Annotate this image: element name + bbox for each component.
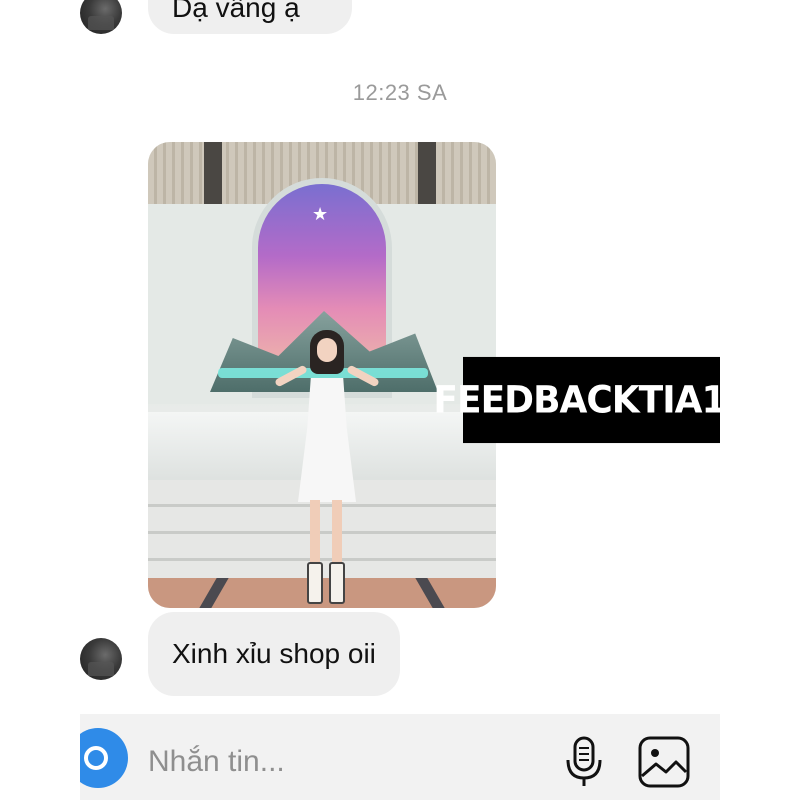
photo-person-leg <box>332 500 342 570</box>
chat-window: Dạ vâng ạ 12:23 SA ★ FEEDBACKTIA19 Xinh … <box>80 0 720 800</box>
photo-message[interactable]: ★ <box>148 142 496 608</box>
photo-person-boot <box>329 562 345 604</box>
message-text: Dạ vâng ạ <box>172 0 300 23</box>
message-timestamp: 12:23 SA <box>352 80 448 105</box>
photo-star: ★ <box>312 204 329 224</box>
microphone-icon <box>566 736 602 786</box>
image-gallery-icon <box>638 736 690 788</box>
message-text: Xinh xỉu shop oii <box>172 638 376 669</box>
photo-person-boot <box>307 562 323 604</box>
message-input[interactable] <box>148 740 508 784</box>
message-bubble-previous[interactable]: Dạ vâng ạ <box>148 0 352 34</box>
photo-beam <box>418 142 436 210</box>
contact-avatar[interactable] <box>80 638 122 680</box>
watermark-label: FEEDBACKTIA19 <box>433 356 720 444</box>
microphone-button[interactable] <box>560 734 608 790</box>
photo-beam <box>204 142 222 210</box>
photo-person-face <box>317 338 337 362</box>
gallery-button[interactable] <box>636 734 692 790</box>
camera-icon <box>84 746 108 770</box>
photo-person-leg <box>310 500 320 570</box>
message-bubble-last[interactable]: Xinh xỉu shop oii <box>148 612 400 696</box>
contact-avatar[interactable] <box>80 0 122 34</box>
